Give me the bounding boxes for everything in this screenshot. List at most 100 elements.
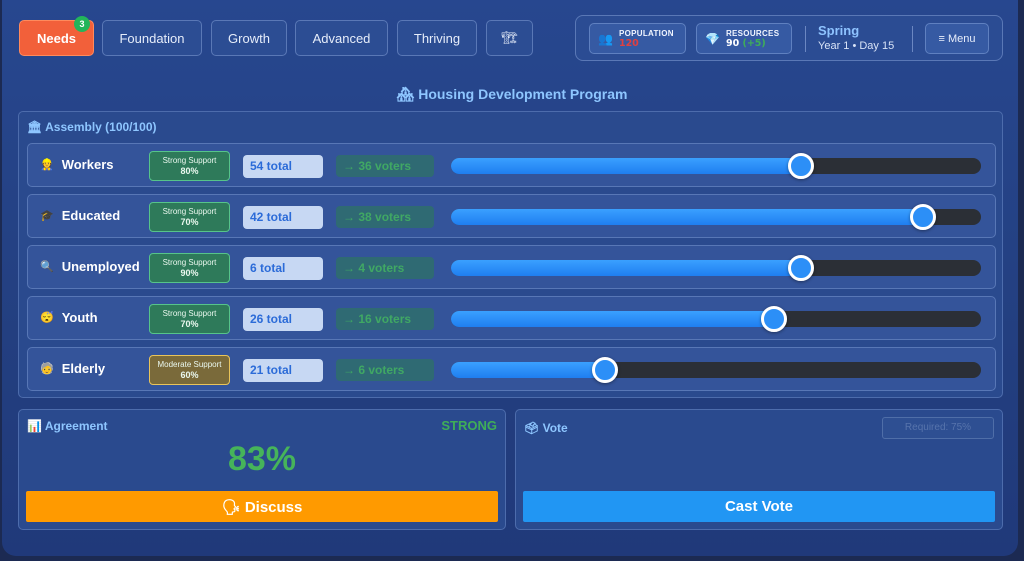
- slider-thumb[interactable]: [592, 357, 618, 383]
- group-name: 👷 Workers: [40, 157, 114, 172]
- population-value: 120: [618, 37, 639, 49]
- slider-fill: [451, 311, 774, 327]
- resources-delta: (+5): [742, 37, 766, 49]
- vote-title: 🗳 Vote: [524, 421, 568, 435]
- tab-foundation[interactable]: Foundation: [102, 20, 202, 56]
- support-badge: Strong Support 80%: [149, 151, 230, 181]
- support-percent: 70%: [180, 217, 199, 227]
- cast-vote-button[interactable]: Cast Vote: [523, 491, 995, 522]
- tab-needs-label: Needs: [36, 30, 77, 46]
- group-total: 21 total: [243, 359, 323, 382]
- agreement-title-text: Agreement: [44, 419, 108, 433]
- tab-thriving[interactable]: Thriving: [397, 20, 477, 56]
- participation-slider[interactable]: [451, 204, 981, 230]
- slider-thumb[interactable]: [788, 255, 814, 281]
- slider-thumb[interactable]: [761, 306, 787, 332]
- participation-slider[interactable]: [451, 153, 981, 179]
- group-voters: → 4 voters: [336, 257, 434, 279]
- resources-value: 90: [725, 37, 740, 49]
- support-badge: Strong Support 70%: [149, 202, 230, 232]
- assembly-panel: 🏛 Assembly (100/100) 👷 Workers Strong Su…: [18, 111, 1003, 398]
- needs-count-badge: 3: [74, 16, 90, 32]
- group-icon: 🔍: [40, 261, 54, 273]
- divider: [805, 26, 806, 52]
- group-total: 42 total: [243, 206, 323, 229]
- assembly-row: 🔍 Unemployed Strong Support 90% 6 total …: [27, 245, 996, 289]
- support-badge: Moderate Support 60%: [149, 355, 230, 385]
- support-label: Strong Support: [162, 309, 217, 318]
- resources-stat: 💎 RESOURCES 90 (+5): [696, 23, 792, 54]
- agreement-percent: 83%: [227, 440, 297, 478]
- tab-thriving-label: Thriving: [413, 30, 461, 46]
- tab-needs[interactable]: Needs 3: [19, 16, 94, 56]
- ballot-box-icon: 🗳: [524, 421, 540, 435]
- program-title: 🏘 Housing Development Program: [0, 86, 1024, 103]
- assembly-title: 🏛 Assembly (100/100): [27, 120, 157, 134]
- slider-fill: [451, 260, 801, 276]
- slider-thumb[interactable]: [910, 204, 936, 230]
- support-percent: 70%: [180, 319, 199, 329]
- participation-slider[interactable]: [451, 357, 981, 383]
- group-name: 🎓 Educated: [40, 208, 120, 223]
- support-percent: 60%: [180, 370, 199, 380]
- menu-button[interactable]: ≡ Menu: [925, 23, 989, 54]
- tab-foundation-label: Foundation: [119, 30, 185, 46]
- chart-icon: 📊: [27, 419, 42, 433]
- slider-fill: [451, 362, 605, 378]
- group-voters: → 36 voters: [336, 155, 434, 177]
- group-total: 26 total: [243, 308, 323, 331]
- support-label: Strong Support: [162, 258, 217, 267]
- group-voters: → 6 voters: [336, 359, 434, 381]
- participation-slider[interactable]: [451, 255, 981, 281]
- agreement-strength: STRONG: [441, 418, 497, 433]
- vote-title-text: Vote: [542, 421, 568, 435]
- people-icon: 👥: [598, 31, 613, 46]
- tab-growth[interactable]: Growth: [211, 20, 287, 56]
- group-voters: → 16 voters: [336, 308, 434, 330]
- population-label: POPULATION: [618, 28, 674, 38]
- assembly-row: 😴 Youth Strong Support 70% 26 total → 16…: [27, 296, 996, 340]
- season-label: Spring: [818, 23, 860, 38]
- tab-construction[interactable]: 🏗: [486, 20, 533, 56]
- group-name-text: Workers: [61, 157, 114, 172]
- support-badge: Strong Support 90%: [149, 253, 230, 283]
- group-name-text: Educated: [61, 208, 121, 223]
- participation-slider[interactable]: [451, 306, 981, 332]
- group-name-text: Unemployed: [61, 259, 140, 274]
- discuss-button[interactable]: 🗣 Discuss: [26, 491, 498, 522]
- support-label: Moderate Support: [157, 360, 222, 369]
- building-icon: 🏛: [27, 120, 43, 134]
- support-percent: 90%: [180, 268, 199, 278]
- tab-advanced[interactable]: Advanced: [295, 20, 388, 56]
- support-badge: Strong Support 70%: [149, 304, 230, 334]
- support-label: Strong Support: [162, 207, 217, 216]
- population-stat: 👥 POPULATION 120: [589, 23, 686, 54]
- house-icon: 🏘: [396, 86, 415, 102]
- group-icon: 🧓: [40, 363, 54, 375]
- group-icon: 🎓: [40, 210, 54, 222]
- tab-advanced-label: Advanced: [312, 30, 371, 46]
- program-title-text: Housing Development Program: [418, 86, 628, 102]
- group-name-text: Elderly: [61, 361, 106, 376]
- agreement-title: 📊 Agreement: [27, 419, 108, 433]
- group-name: 🧓 Elderly: [40, 361, 105, 376]
- tab-growth-label: Growth: [228, 30, 270, 46]
- slider-fill: [451, 158, 801, 174]
- group-icon: 😴: [40, 312, 54, 324]
- vote-requirement: Required: 75%: [882, 417, 994, 439]
- slider-thumb[interactable]: [788, 153, 814, 179]
- vote-panel: 🗳 Vote Required: 75% Cast Vote: [515, 409, 1003, 530]
- discuss-button-label: 🗣 Discuss: [221, 498, 303, 516]
- assembly-row: 🎓 Educated Strong Support 70% 42 total →…: [27, 194, 996, 238]
- group-voters: → 38 voters: [336, 206, 434, 228]
- group-icon: 👷: [40, 159, 54, 171]
- group-name: 🔍 Unemployed: [40, 259, 140, 274]
- assembly-row: 👷 Workers Strong Support 80% 54 total → …: [27, 143, 996, 187]
- slider-fill: [451, 209, 923, 225]
- gem-icon: 💎: [705, 31, 720, 46]
- group-total: 6 total: [243, 257, 323, 280]
- status-panel: 👥 POPULATION 120 💎 RESOURCES 90 (+5) Spr…: [575, 15, 1003, 61]
- group-total: 54 total: [243, 155, 323, 178]
- group-name: 😴 Youth: [40, 310, 98, 325]
- group-name-text: Youth: [61, 310, 98, 325]
